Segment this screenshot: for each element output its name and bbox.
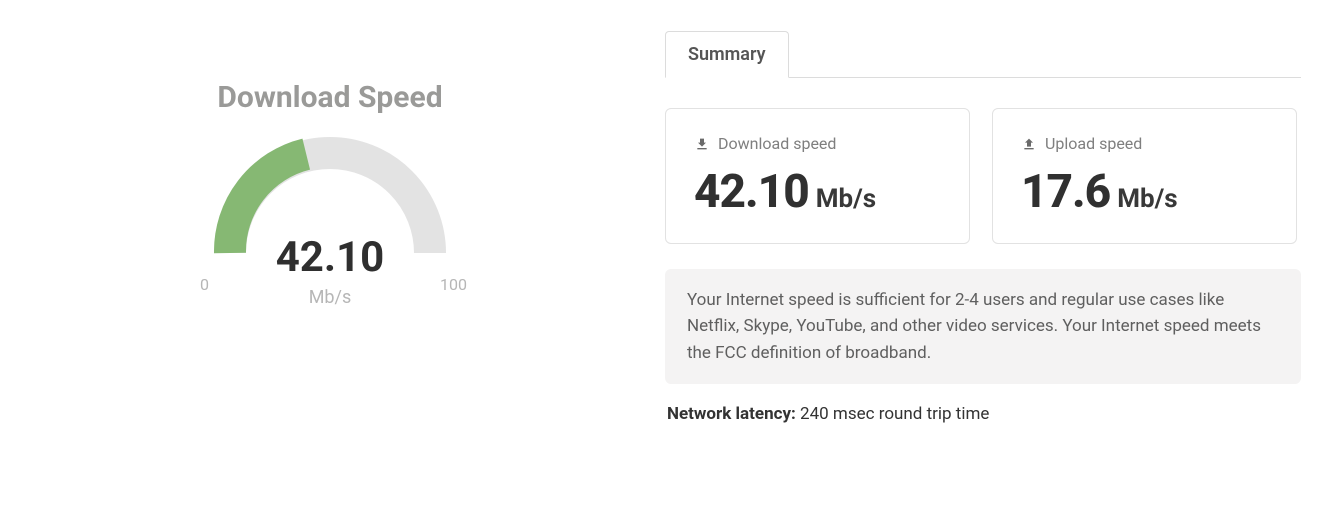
speed-description: Your Internet speed is sufficient for 2-… [665, 269, 1301, 384]
gauge-chart: 42.10 Mb/s 0 100 [185, 123, 475, 323]
upload-card-unit: Mb/s [1117, 184, 1177, 214]
gauge-title: Download Speed [217, 80, 442, 115]
upload-icon [1021, 136, 1037, 152]
upload-card-row: 17.6 Mb/s [1021, 165, 1268, 219]
download-card-header: Download speed [694, 134, 941, 153]
upload-card-value: 17.6 [1021, 165, 1110, 219]
gauge-value: 42.10 [276, 233, 385, 282]
gauge-panel: Download Speed 42.10 Mb/s 0 100 [10, 30, 650, 323]
download-card-unit: Mb/s [816, 184, 876, 214]
latency-value: 240 msec round trip time [800, 404, 989, 424]
download-card-row: 42.10 Mb/s [694, 165, 941, 219]
upload-card-header: Upload speed [1021, 134, 1268, 153]
tab-summary[interactable]: Summary [665, 31, 789, 78]
gauge-max-label: 100 [440, 275, 467, 294]
gauge-unit: Mb/s [309, 287, 352, 308]
speed-cards: Download speed 42.10 Mb/s Upload speed 1… [665, 108, 1301, 244]
download-card-label: Download speed [718, 134, 836, 153]
download-speed-card: Download speed 42.10 Mb/s [665, 108, 970, 244]
latency-label: Network latency: [667, 404, 796, 424]
upload-card-label: Upload speed [1045, 134, 1142, 153]
network-latency: Network latency: 240 msec round trip tim… [665, 404, 1301, 424]
upload-speed-card: Upload speed 17.6 Mb/s [992, 108, 1297, 244]
results-panel: Summary Download speed 42.10 Mb/s Upload… [650, 30, 1316, 424]
download-icon [694, 136, 710, 152]
download-card-value: 42.10 [694, 165, 809, 219]
tabs: Summary [665, 30, 1301, 78]
gauge-min-label: 0 [200, 275, 209, 294]
